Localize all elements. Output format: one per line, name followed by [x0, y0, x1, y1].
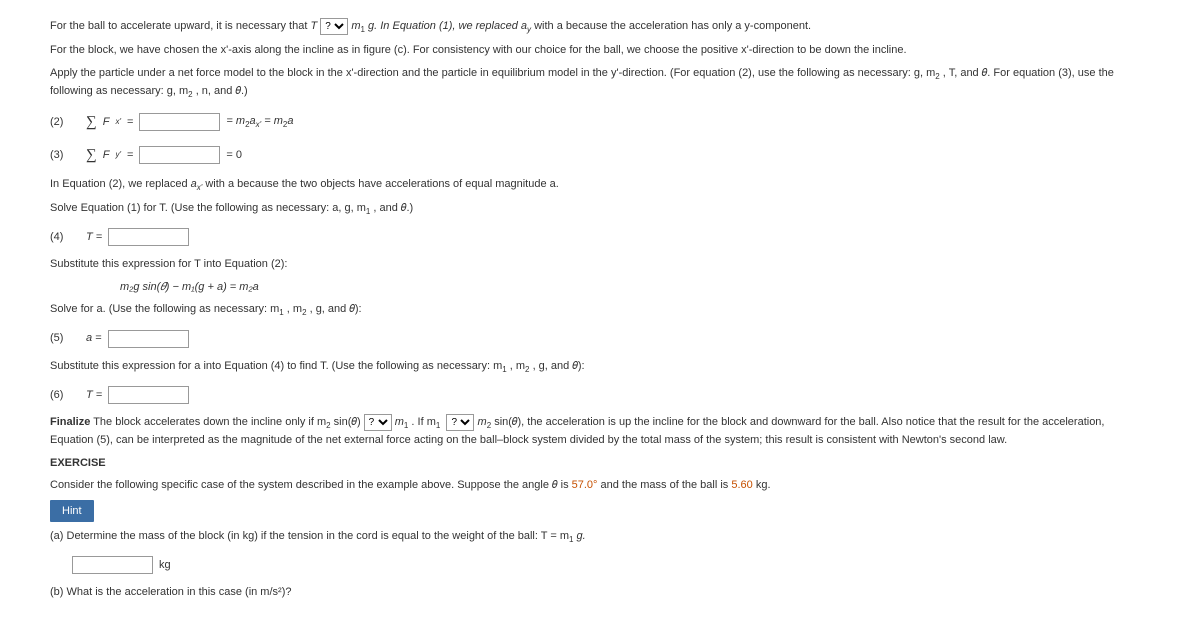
text: , m	[287, 303, 302, 315]
question-b: (b) What is the acceleration in this cas…	[50, 584, 1150, 601]
eq-label: (5)	[50, 330, 80, 347]
sub: 1	[366, 207, 370, 216]
paragraph-1: For the ball to accelerate upward, it is…	[50, 18, 1150, 36]
text: , g, and 𝜃):	[533, 360, 585, 372]
question-a: (a) Determine the mass of the block (in …	[50, 528, 1150, 546]
lhs: a =	[86, 330, 102, 347]
paragraph-8: Substitute this expression for a into Eq…	[50, 358, 1150, 376]
select-compare-2[interactable]: ?	[364, 414, 392, 431]
eq2-rhs: = m2ax' = m2a	[226, 113, 293, 131]
text: For the ball to accelerate upward, it is…	[50, 20, 310, 32]
text: with a because the acceleration has only…	[534, 20, 811, 32]
text: with a because the two objects have acce…	[205, 178, 558, 190]
eq-label: (4)	[50, 229, 80, 246]
sigma-icon: ∑	[86, 111, 97, 134]
value-angle: 57.0°	[572, 479, 598, 491]
text: and the mass of the ball is	[601, 479, 732, 491]
text: m	[478, 416, 487, 428]
paragraph-4: In Equation (2), we replaced ax' with a …	[50, 176, 1150, 194]
equation-5-row: (5) a =	[50, 330, 1150, 348]
sub: 2	[188, 90, 192, 99]
input-eq5[interactable]	[108, 330, 189, 348]
sigma-icon: ∑	[86, 144, 97, 167]
eq-label: (2)	[50, 114, 80, 131]
text: g. In Equation (1), we replaced	[368, 20, 521, 32]
text: . If m	[411, 416, 435, 428]
sub-y: y	[527, 25, 531, 34]
exercise-heading: EXERCISE	[50, 455, 1150, 472]
input-eq6[interactable]	[108, 386, 189, 404]
var-F: F	[103, 147, 110, 164]
text: (a) Determine the mass of the block (in …	[50, 530, 569, 542]
equation-mid: m₂g sin(𝜃) − m₁(g + a) = m₂a	[120, 279, 1150, 296]
text: Consider the following specific case of …	[50, 479, 572, 491]
equation-2-row: (2) ∑ Fx' = = m2ax' = m2a	[50, 111, 1150, 134]
text: , m	[510, 360, 525, 372]
text: , and 𝜃.)	[373, 202, 413, 214]
paragraph-2: For the block, we have chosen the x'-axi…	[50, 42, 1150, 59]
sub: x'	[115, 116, 121, 128]
equation-6-row: (6) T =	[50, 386, 1150, 404]
equals: =	[127, 147, 133, 164]
sub: x'	[197, 183, 203, 192]
var-m: m	[351, 20, 360, 32]
text: m	[395, 416, 404, 428]
select-compare-1[interactable]: ?	[320, 18, 348, 35]
input-eq4[interactable]	[108, 228, 189, 246]
input-eq2[interactable]	[139, 113, 220, 131]
var-T: T	[310, 20, 317, 32]
finalize-paragraph: Finalize The block accelerates down the …	[50, 414, 1150, 449]
eq3-rhs: = 0	[226, 147, 242, 164]
lhs: T =	[86, 229, 102, 246]
text: Solve for a. (Use the following as neces…	[50, 303, 279, 315]
eq-label: (6)	[50, 387, 80, 404]
equals: =	[127, 114, 133, 131]
text: g.	[577, 530, 586, 542]
text: Solve Equation (1) for T. (Use the follo…	[50, 202, 366, 214]
sub: 2	[935, 72, 939, 81]
text: The block accelerates down the incline o…	[93, 416, 326, 428]
paragraph-6: Substitute this expression for T into Eq…	[50, 256, 1150, 273]
lhs: T =	[86, 387, 102, 404]
finalize-label: Finalize	[50, 416, 90, 428]
text: kg.	[756, 479, 771, 491]
value-mass: 5.60	[731, 479, 752, 491]
text: Apply the particle under a net force mod…	[50, 67, 935, 79]
unit-kg: kg	[159, 557, 171, 574]
input-eq3[interactable]	[139, 146, 220, 164]
eq-label: (3)	[50, 147, 80, 164]
hint-row: Hint	[50, 500, 1150, 523]
sub: y'	[115, 149, 121, 161]
paragraph-3: Apply the particle under a net force mod…	[50, 65, 1150, 101]
text: , g, and 𝜃):	[310, 303, 362, 315]
equation-4-row: (4) T =	[50, 228, 1150, 246]
var-F: F	[103, 114, 110, 131]
text: , n, and 𝜃.)	[196, 85, 248, 97]
text: In Equation (2), we replaced	[50, 178, 191, 190]
paragraph-7: Solve for a. (Use the following as neces…	[50, 301, 1150, 319]
text: Substitute this expression for a into Eq…	[50, 360, 502, 372]
equation-3-row: (3) ∑ Fy' = = 0	[50, 144, 1150, 167]
sub-1: 1	[361, 25, 365, 34]
exercise-paragraph: Consider the following specific case of …	[50, 477, 1150, 494]
text: sin(𝜃)	[334, 416, 364, 428]
answer-a-row: kg	[72, 556, 1150, 574]
hint-button[interactable]: Hint	[50, 500, 94, 523]
paragraph-5: Solve Equation (1) for T. (Use the follo…	[50, 200, 1150, 218]
select-compare-3[interactable]: ?	[446, 414, 474, 431]
input-answer-a[interactable]	[72, 556, 153, 574]
